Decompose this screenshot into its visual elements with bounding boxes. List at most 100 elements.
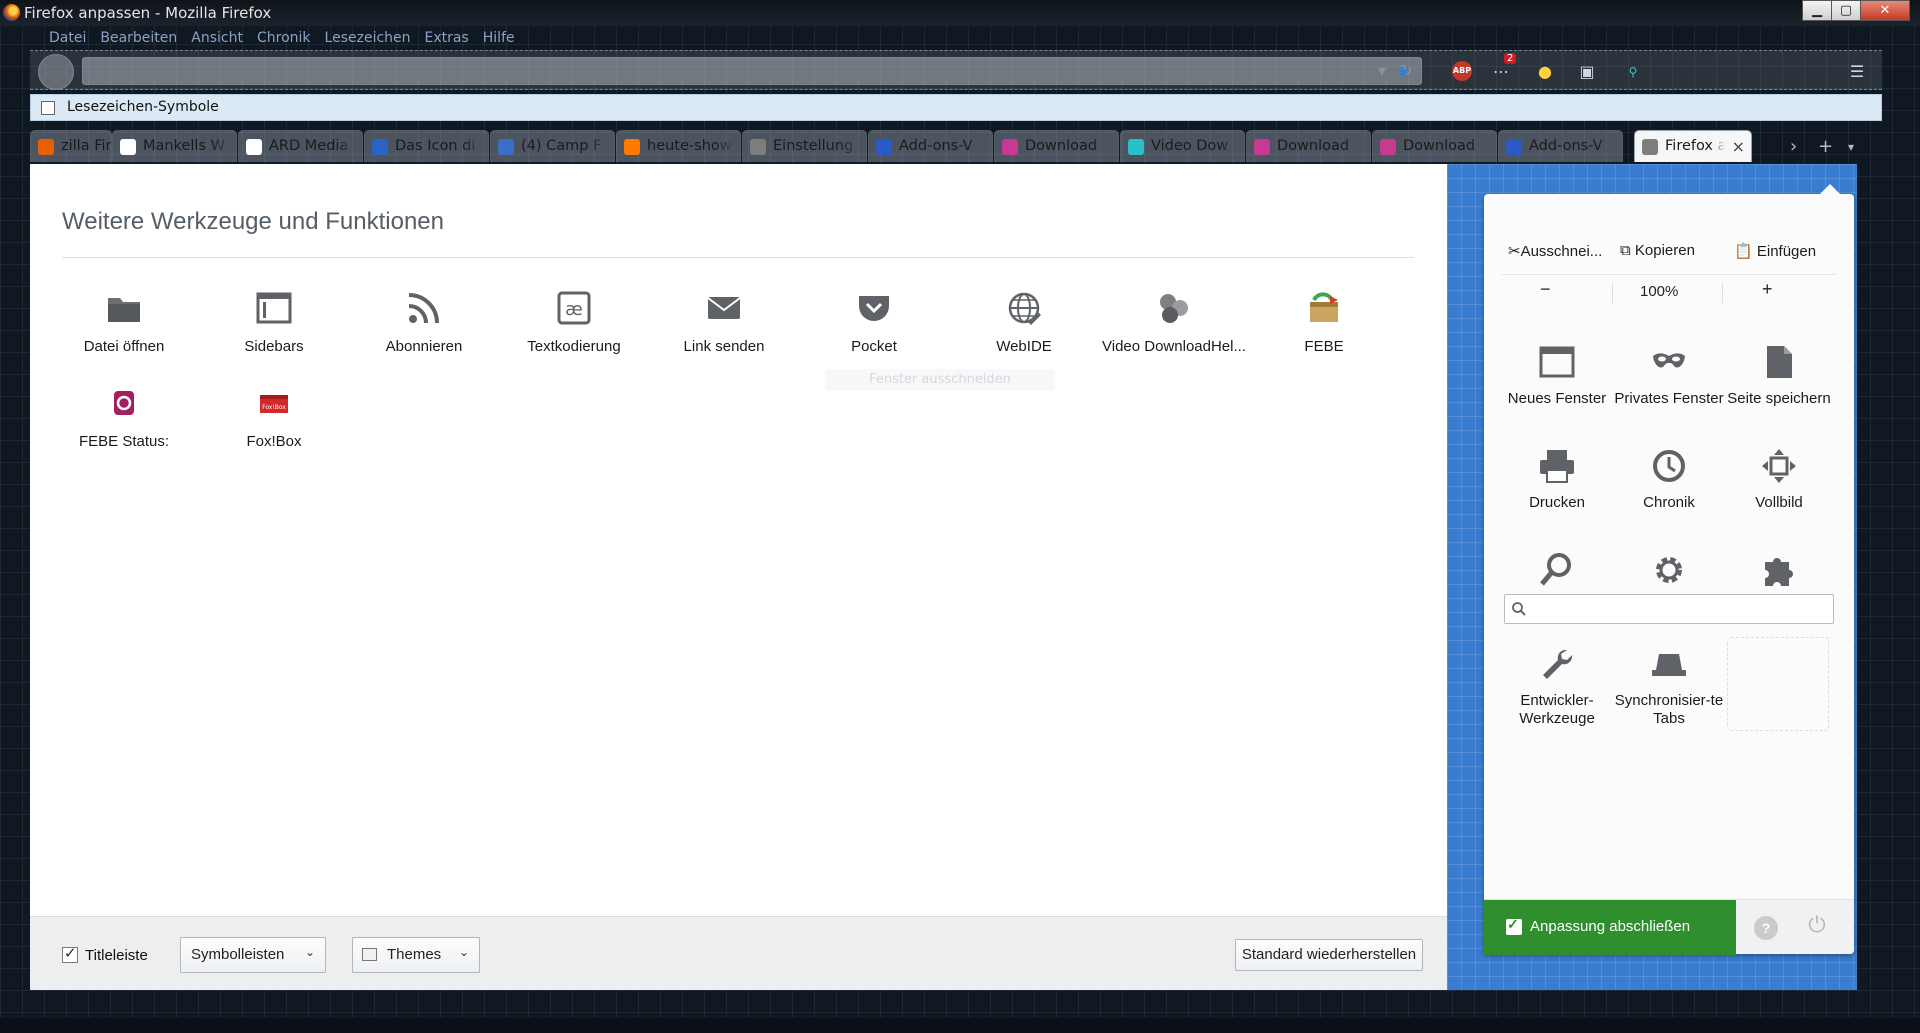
titlebar-checkbox[interactable]: [62, 944, 78, 963]
palette-item-pocket[interactable]: Pocket: [799, 288, 949, 368]
help-icon[interactable]: ?: [1754, 916, 1778, 940]
menu-item-private-mask[interactable]: Privates Fenster: [1614, 342, 1724, 408]
exit-customize-button[interactable]: Anpassung abschließen: [1484, 900, 1736, 955]
tab-11[interactable]: Download: [1372, 130, 1497, 162]
toolbars-dropdown[interactable]: Symbolleisten ⌄: [180, 937, 326, 973]
url-bar[interactable]: ▾ ↻: [82, 57, 1422, 85]
tab-list-icon[interactable]: ▾: [1848, 140, 1854, 154]
menu-lesezeichen[interactable]: Lesezeichen: [318, 28, 418, 50]
puzzle-icon: [1506, 139, 1522, 155]
paste-button[interactable]: 📋 Einfügen: [1734, 242, 1816, 260]
menu-item-clock[interactable]: Chronik: [1614, 446, 1724, 512]
palette-item-text-encoding[interactable]: æ Textkodierung: [499, 288, 649, 368]
menu-item-fullscreen[interactable]: Vollbild: [1724, 446, 1834, 512]
maximize-button[interactable]: ▢: [1831, 0, 1861, 21]
tab-13[interactable]: Firefox a ×: [1634, 130, 1752, 162]
notifications-icon[interactable]: ⋯: [1490, 61, 1512, 83]
palette-item-febe-status[interactable]: FEBE Status:: [49, 383, 199, 463]
puzzle-icon: [1765, 558, 1793, 586]
palette-item-label: WebIDE: [996, 338, 1052, 355]
menu-item-new-window[interactable]: Neues Fenster: [1502, 342, 1612, 408]
close-tab-icon[interactable]: ×: [1732, 137, 1745, 156]
restore-defaults-button[interactable]: Standard wiederherstellen: [1235, 939, 1423, 971]
zoom-reset-button[interactable]: 100%: [1640, 283, 1678, 300]
zoom-controls: − 100% +: [1502, 274, 1836, 304]
tab-8[interactable]: Download: [994, 130, 1119, 162]
addon-box-icon[interactable]: ▣: [1576, 61, 1598, 83]
menu-hamburger-icon[interactable]: ☰: [1846, 61, 1868, 83]
heading-divider: [62, 257, 1414, 258]
tab-12[interactable]: Add-ons-V: [1498, 130, 1623, 162]
rss-icon: [408, 293, 439, 324]
palette-item-envelope[interactable]: Link senden: [649, 288, 799, 368]
firefox-logo-icon: [3, 4, 20, 21]
febe-status-icon: [114, 391, 134, 415]
menu-item-printer[interactable]: Drucken: [1502, 446, 1612, 512]
back-button[interactable]: [38, 54, 74, 90]
tab-4[interactable]: (4) Camp F: [490, 130, 615, 162]
menu-bar: Datei Bearbeiten Ansicht Chronik Lesezei…: [42, 28, 522, 50]
search-input[interactable]: [1504, 594, 1834, 624]
quit-icon[interactable]: ⏻: [1802, 912, 1832, 942]
synced-tabs-icon: [1652, 654, 1686, 676]
menu-bearbeiten[interactable]: Bearbeiten: [93, 28, 184, 50]
zoom-in-button[interactable]: +: [1762, 279, 1773, 300]
paste-label: Einfügen: [1756, 243, 1817, 260]
tab-6[interactable]: Einstellung: [742, 130, 867, 162]
puzzle-icon: [876, 139, 892, 155]
adblock-plus-icon[interactable]: ABP: [1452, 61, 1472, 81]
menu-item-save-page[interactable]: Seite speichern: [1724, 342, 1834, 408]
menu-extras[interactable]: Extras: [418, 28, 476, 50]
edit-controls: ✂Ausschnei... ⧉ Kopieren 📋 Einfügen: [1502, 238, 1836, 268]
window-controls: ▁ ▢ ✕: [1802, 0, 1910, 21]
menu-item-label: Entwickler-Werkzeuge: [1519, 692, 1595, 727]
menu-item-wrench[interactable]: Entwickler-Werkzeuge: [1502, 644, 1612, 728]
minimize-button[interactable]: ▁: [1802, 0, 1832, 21]
cut-button[interactable]: ✂Ausschnei...: [1508, 242, 1602, 260]
menu-datei[interactable]: Datei: [42, 28, 93, 50]
tab-9[interactable]: Video Dow: [1120, 130, 1245, 162]
printer-icon: [1540, 450, 1574, 483]
palette-item-rss[interactable]: Abonnieren: [349, 288, 499, 368]
palette-item-folder[interactable]: Datei öffnen: [49, 288, 199, 368]
cb-icon: [372, 139, 388, 155]
tab-1[interactable]: Mankells W: [112, 130, 237, 162]
tab-label: zilla Fir: [61, 138, 112, 154]
titlebar-checkbox-label[interactable]: Titleleiste: [85, 947, 148, 964]
indicator-icon[interactable]: ●: [1534, 61, 1556, 83]
tab-0[interactable]: zilla Fir: [30, 130, 112, 162]
zoom-out-button[interactable]: −: [1540, 279, 1551, 300]
palette-item-video-downloadhelper[interactable]: Video DownloadHel...: [1099, 288, 1249, 368]
sync-dot-icon[interactable]: ⚲: [1622, 61, 1644, 83]
tab-5[interactable]: heute-show: [616, 130, 741, 162]
zdf-icon: [624, 139, 640, 155]
tab-2[interactable]: ARD Media: [238, 130, 363, 162]
menu-ansicht[interactable]: Ansicht: [184, 28, 250, 50]
tab-7[interactable]: Add-ons-V: [868, 130, 993, 162]
palette-item-foxbox[interactable]: Fox!Box Fox!Box: [199, 383, 349, 463]
themes-dropdown[interactable]: Themes ⌄: [352, 937, 480, 973]
svg-text:æ: æ: [565, 299, 583, 320]
dropdown-arrow-icon[interactable]: ▾: [1371, 60, 1393, 82]
customize-footer: Titleleiste Symbolleisten ⌄ Themes ⌄ Sta…: [30, 916, 1447, 990]
close-button[interactable]: ✕: [1860, 0, 1910, 21]
chevron-down-icon: ⌄: [304, 945, 315, 959]
menu-hilfe[interactable]: Hilfe: [476, 28, 522, 50]
tab-scroll-right-icon[interactable]: ›: [1790, 136, 1797, 157]
palette-item-sidebar[interactable]: Sidebars: [199, 288, 349, 368]
new-tab-icon[interactable]: +: [1818, 136, 1833, 157]
ard-icon: [246, 139, 262, 155]
palette-item-febe[interactable]: FEBE: [1249, 288, 1399, 368]
tab-10[interactable]: Download: [1246, 130, 1371, 162]
toolbars-dropdown-label: Symbolleisten: [191, 946, 285, 963]
svg-text:Fox!Box: Fox!Box: [262, 404, 286, 411]
bookmark-star-icon[interactable]: ★: [1392, 61, 1414, 83]
palette-item-label: Sidebars: [244, 338, 304, 355]
fullscreen-icon: [1762, 449, 1796, 483]
bookmarks-toolbar-label[interactable]: Lesezeichen-Symbole: [67, 99, 219, 115]
menu-item-synced-tabs[interactable]: Synchronisier-te Tabs: [1614, 644, 1724, 728]
tab-3[interactable]: Das Icon di: [364, 130, 489, 162]
copy-button[interactable]: ⧉ Kopieren: [1620, 242, 1695, 259]
palette-item-webide[interactable]: WebIDE: [949, 288, 1099, 368]
menu-chronik[interactable]: Chronik: [250, 28, 318, 50]
